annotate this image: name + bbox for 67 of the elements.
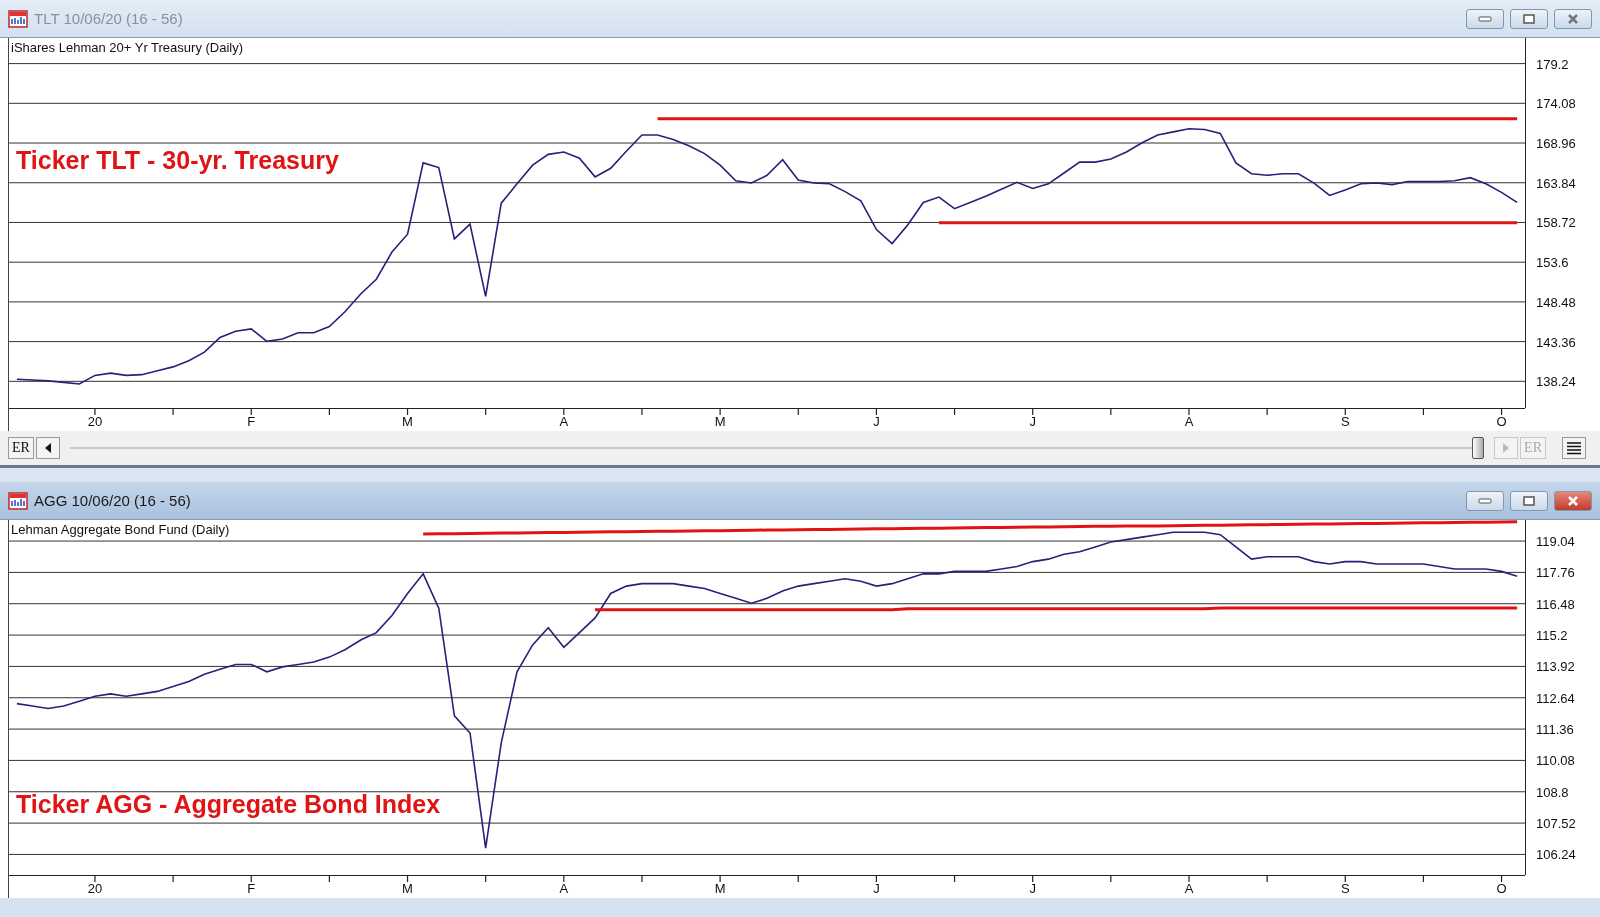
axis-label: J xyxy=(873,881,880,896)
axis-label: J xyxy=(873,414,880,429)
axis-label: 113.92 xyxy=(1536,658,1575,674)
axis-label: 148.48 xyxy=(1536,294,1576,310)
axis-label: A xyxy=(559,881,569,896)
axis-label: 107.52 xyxy=(1536,815,1576,831)
axis-label: A xyxy=(1184,881,1194,896)
axis-label: J xyxy=(1029,881,1036,896)
axis-label: F xyxy=(247,414,256,429)
minimize-button[interactable] xyxy=(1466,490,1504,511)
axis-label: 106.24 xyxy=(1536,846,1576,862)
axis-label: F xyxy=(247,881,256,896)
maximize-icon xyxy=(1523,495,1535,506)
chart-annotation: Ticker AGG - Aggregate Bond Index xyxy=(16,789,441,819)
scroll-thumb[interactable] xyxy=(1472,437,1485,459)
window-title: TLT 10/06/20 (16 - 56) xyxy=(34,10,184,27)
menu-button[interactable] xyxy=(1562,437,1586,459)
axis-label: S xyxy=(1340,414,1350,429)
axis-label: 108.8 xyxy=(1536,784,1569,800)
chart-app-icon xyxy=(8,491,28,510)
axis-label: O xyxy=(1496,414,1507,429)
close-button[interactable] xyxy=(1554,490,1592,511)
axis-label: 174.08 xyxy=(1536,95,1576,111)
right-arrow-icon xyxy=(1502,442,1511,454)
axis-label: A xyxy=(559,414,569,429)
axis-label: M xyxy=(714,881,726,896)
axis-label: M xyxy=(402,414,413,429)
axis-label: J xyxy=(1029,414,1036,429)
axis-label: 112.64 xyxy=(1536,690,1575,706)
axis-label: 168.96 xyxy=(1536,135,1576,151)
axis-label: O xyxy=(1496,881,1507,896)
chart-annotation: Ticker TLT - 30-yr. Treasury xyxy=(16,145,339,175)
scroll-end-button[interactable]: ER xyxy=(8,437,34,459)
close-icon xyxy=(1567,495,1579,506)
axis-label: 153.6 xyxy=(1536,254,1569,270)
left-arrow-icon xyxy=(43,442,52,454)
axis-label: 115.2 xyxy=(1536,627,1568,643)
window-title: AGG 10/06/20 (16 - 56) xyxy=(34,492,192,509)
minimize-icon xyxy=(1478,15,1492,22)
close-button[interactable] xyxy=(1554,8,1592,29)
axis-label: 116.48 xyxy=(1536,596,1575,612)
chart-title: iShares Lehman 20+ Yr Treasury (Daily) xyxy=(11,40,244,55)
axis-label: 110.08 xyxy=(1536,752,1575,768)
axis-label: M xyxy=(402,881,413,896)
axis-label: M xyxy=(714,414,726,429)
close-icon xyxy=(1567,13,1579,24)
axis-label: A xyxy=(1184,414,1194,429)
chart-title: Lehman Aggregate Bond Fund (Daily) xyxy=(11,522,230,537)
minimize-button[interactable] xyxy=(1466,8,1504,29)
axis-label: 179.2 xyxy=(1536,56,1569,72)
axis-label: 138.24 xyxy=(1536,373,1576,389)
minimize-icon xyxy=(1478,497,1492,504)
axis-label: 111.36 xyxy=(1536,721,1574,737)
scroll-left-button[interactable] xyxy=(35,437,60,459)
axis-label: 117.76 xyxy=(1536,564,1575,580)
maximize-button[interactable] xyxy=(1510,8,1548,29)
maximize-icon xyxy=(1523,13,1535,24)
chart-app-icon xyxy=(8,9,28,28)
menu-icon xyxy=(1566,441,1582,455)
axis-label: 20 xyxy=(87,881,103,896)
axis-label: 143.36 xyxy=(1536,334,1576,350)
axis-label: 163.84 xyxy=(1536,175,1576,191)
axis-label: 119.04 xyxy=(1536,533,1575,549)
axis-label: S xyxy=(1340,881,1350,896)
axis-label: 158.72 xyxy=(1536,214,1576,230)
maximize-button[interactable] xyxy=(1510,490,1548,511)
axis-label: 20 xyxy=(87,414,103,429)
